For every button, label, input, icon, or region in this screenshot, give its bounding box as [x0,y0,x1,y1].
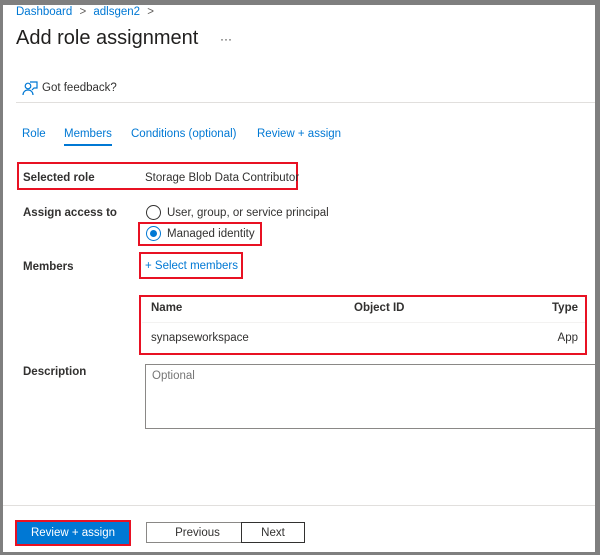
description-label: Description [23,366,87,378]
panel: Dashboard > adlsgen2 > Add role assignme… [3,5,595,552]
more-options-button[interactable]: ··· [220,32,232,46]
breadcrumb-separator: > [79,6,87,18]
divider [16,102,595,103]
breadcrumb-adlsgen2[interactable]: adlsgen2 [93,6,140,18]
row-divider [142,322,585,323]
members-label: Members [23,261,74,273]
breadcrumb-dashboard[interactable]: Dashboard [16,6,72,18]
review-assign-button[interactable]: Review + assign [17,522,129,544]
radio-label-user-group-sp[interactable]: User, group, or service principal [167,207,329,219]
selected-role-label: Selected role [23,172,95,184]
got-feedback-link[interactable]: Got feedback? [42,82,117,94]
cell-name: synapseworkspace [151,332,249,344]
breadcrumb: Dashboard > adlsgen2 > [16,6,154,18]
assign-access-label: Assign access to [23,207,117,219]
radio-user-group-sp[interactable] [146,205,161,220]
selected-role-value: Storage Blob Data Contributor [145,172,300,184]
description-input[interactable] [145,364,595,429]
radio-label-managed-identity[interactable]: Managed identity [167,228,255,240]
tab-conditions[interactable]: Conditions (optional) [131,128,236,140]
previous-button[interactable]: Previous [146,522,249,543]
footer-divider [3,505,595,506]
radio-managed-identity[interactable] [146,226,161,241]
breadcrumb-separator: > [147,6,154,18]
cell-type: App [557,332,578,344]
column-header-object-id: Object ID [354,302,405,314]
column-header-name: Name [151,302,183,314]
tab-role[interactable]: Role [22,128,46,140]
next-button[interactable]: Next [241,522,305,543]
select-members-link[interactable]: + Select members [145,260,238,272]
feedback-icon [22,80,38,101]
tab-review-assign[interactable]: Review + assign [257,128,341,140]
tab-members[interactable]: Members [64,128,112,146]
page-title: Add role assignment [16,27,199,49]
column-header-type: Type [552,302,578,314]
